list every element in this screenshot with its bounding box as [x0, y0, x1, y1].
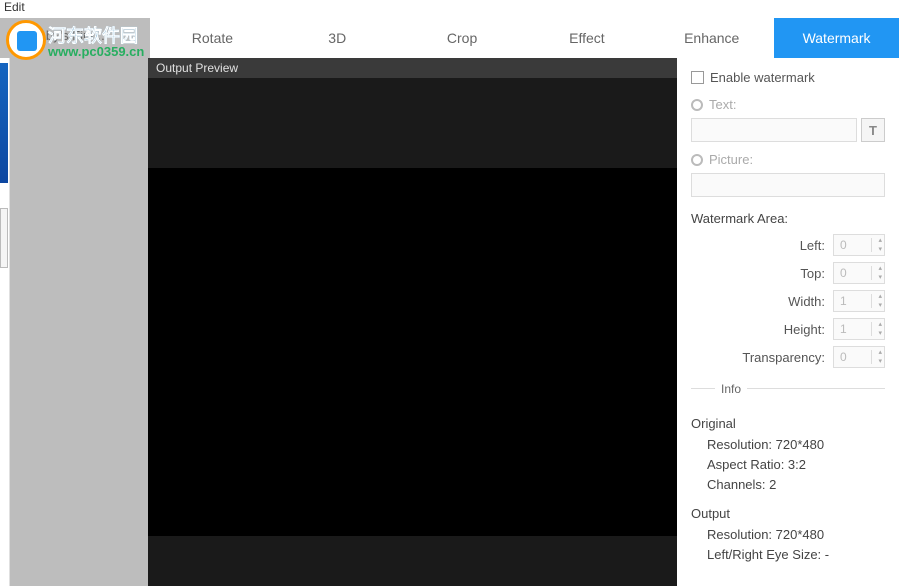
original-resolution: Resolution: 720*480: [691, 437, 885, 452]
watermark-text-input[interactable]: [691, 118, 857, 142]
menu-edit[interactable]: Edit: [0, 0, 899, 18]
height-label: Height:: [784, 322, 825, 337]
text-radio-label: Text:: [709, 97, 736, 112]
left-label: Left:: [800, 238, 825, 253]
transparency-label: Transparency:: [742, 350, 825, 365]
preview-area: Output Preview: [148, 58, 677, 586]
text-format-button[interactable]: T: [861, 118, 885, 142]
preview-pad-bottom: [148, 536, 677, 586]
picture-radio-label: Picture:: [709, 152, 753, 167]
top-spinner[interactable]: 0▴▾: [833, 262, 885, 284]
output-eye-size: Left/Right Eye Size: -: [691, 547, 885, 562]
left-sidebar: [0, 58, 10, 586]
output-resolution: Resolution: 720*480: [691, 527, 885, 542]
left-spinner[interactable]: 0▴▾: [833, 234, 885, 256]
enable-watermark-label: Enable watermark: [710, 70, 815, 85]
tab-crop[interactable]: Crop: [400, 18, 525, 58]
picture-radio[interactable]: [691, 154, 703, 166]
tab-3d[interactable]: 3D: [275, 18, 400, 58]
width-label: Width:: [788, 294, 825, 309]
tab-enhance[interactable]: Enhance: [649, 18, 774, 58]
tab-effect[interactable]: Effect: [524, 18, 649, 58]
info-divider: Info: [691, 388, 885, 406]
transparency-spinner[interactable]: 0▴▾: [833, 346, 885, 368]
width-spinner[interactable]: 1▴▾: [833, 290, 885, 312]
tab-watermark[interactable]: Watermark: [774, 18, 899, 58]
watermark-panel: Enable watermark Text: T Picture: Waterm…: [677, 58, 899, 586]
header-row: Baby's Firs... Rotate 3D Crop Effect Enh…: [0, 18, 899, 58]
original-aspect: Aspect Ratio: 3:2: [691, 457, 885, 472]
original-title: Original: [691, 416, 885, 431]
info-header-label: Info: [715, 382, 747, 396]
main-area: Output Preview Enable watermark Text: T …: [0, 58, 899, 586]
thumbnail-placeholder: [0, 208, 8, 268]
preview-pad-top: [148, 78, 677, 168]
sidebar-gray-panel: [10, 58, 148, 586]
height-spinner[interactable]: 1▴▾: [833, 318, 885, 340]
tab-rotate[interactable]: Rotate: [150, 18, 275, 58]
top-label: Top:: [800, 266, 825, 281]
sidebar-accent: [0, 63, 8, 183]
enable-watermark-checkbox[interactable]: [691, 71, 704, 84]
watermark-area-title: Watermark Area:: [691, 211, 885, 226]
watermark-picture-input[interactable]: [691, 173, 885, 197]
preview-video-canvas: [148, 168, 677, 536]
preview-title: Output Preview: [148, 58, 677, 78]
tabs-container: Rotate 3D Crop Effect Enhance Watermark: [150, 18, 899, 58]
file-name-label: Baby's Firs...: [0, 18, 150, 58]
text-radio[interactable]: [691, 99, 703, 111]
original-channels: Channels: 2: [691, 477, 885, 492]
output-title: Output: [691, 506, 885, 521]
